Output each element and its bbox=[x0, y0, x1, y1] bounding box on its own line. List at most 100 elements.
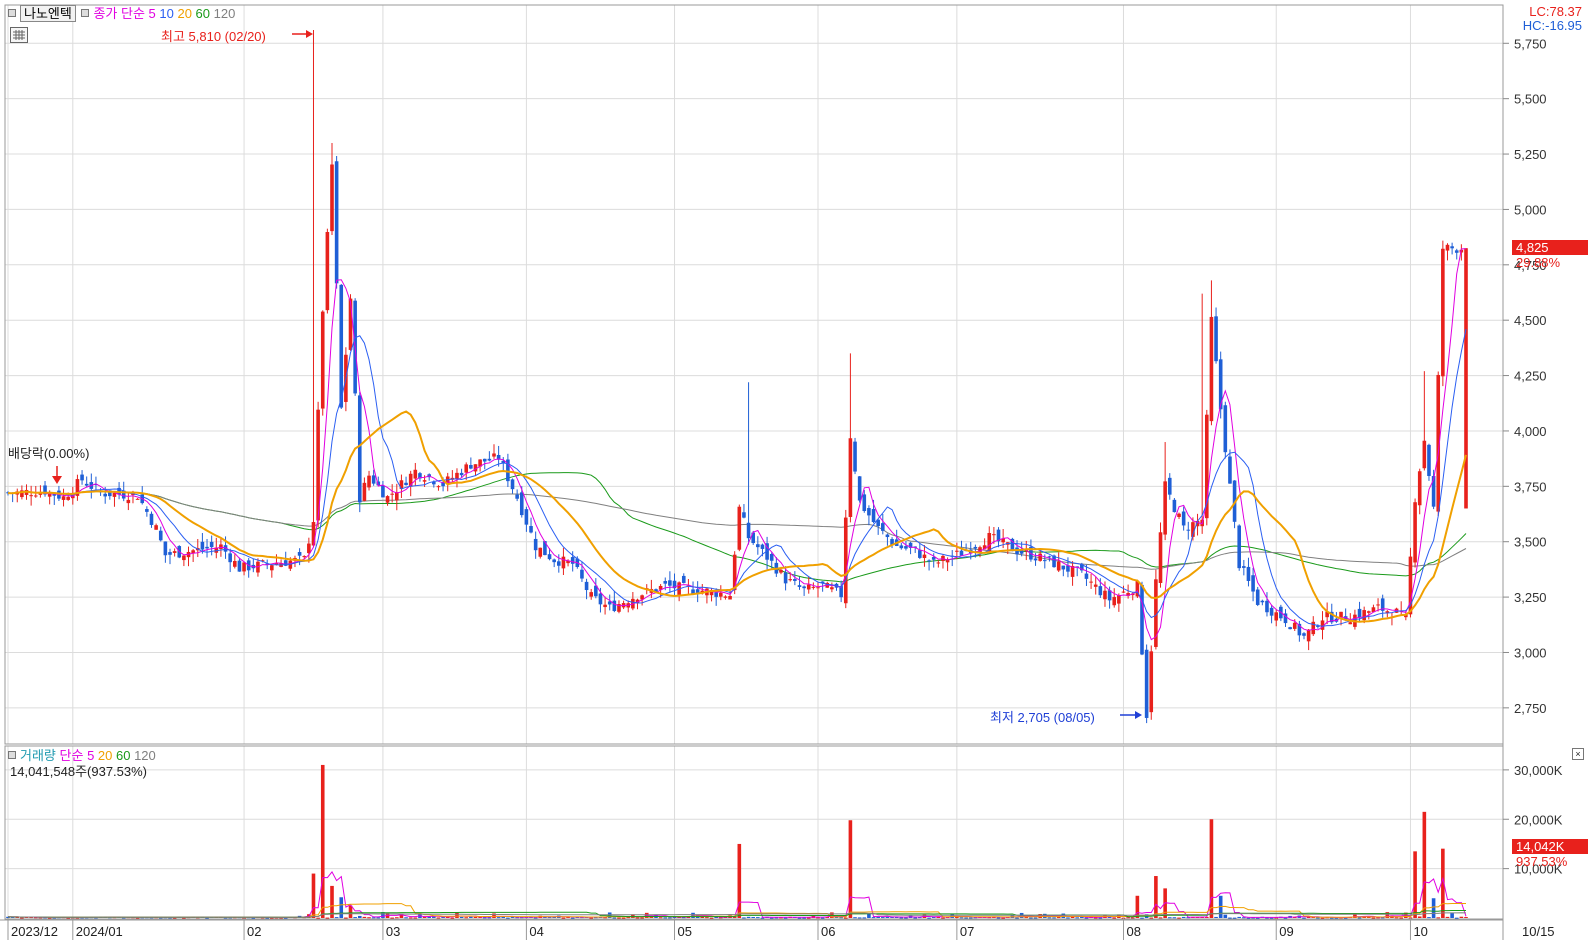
x-tick-label: 09 bbox=[1279, 924, 1293, 939]
candle-body bbox=[1362, 610, 1366, 621]
volume-bar bbox=[450, 917, 455, 919]
candle-body bbox=[1181, 511, 1186, 526]
volume-bar bbox=[506, 917, 510, 919]
volume-bar bbox=[968, 917, 973, 919]
candle-body bbox=[1061, 565, 1066, 570]
stock-name-button[interactable]: 나노엔텍 bbox=[20, 5, 76, 22]
candle-body bbox=[29, 495, 33, 497]
volume-bar bbox=[20, 917, 24, 919]
candle-body bbox=[1274, 612, 1279, 621]
ma-period-5[interactable]: 5 bbox=[149, 6, 156, 21]
volume-bar bbox=[1052, 917, 1056, 919]
volume-bar bbox=[797, 917, 802, 919]
volume-bar bbox=[1450, 913, 1454, 918]
volume-bar bbox=[371, 917, 376, 919]
candle-body bbox=[455, 472, 459, 479]
volume-bar bbox=[1228, 917, 1232, 919]
price-tick-label: 5,000 bbox=[1514, 202, 1547, 217]
candle-body bbox=[422, 480, 427, 482]
candle-body bbox=[103, 493, 107, 497]
volume-bar bbox=[1445, 916, 1450, 918]
candle-body bbox=[209, 541, 214, 548]
candle-body bbox=[1288, 627, 1292, 630]
candle-body bbox=[1186, 529, 1191, 531]
legend-square-icon[interactable] bbox=[8, 751, 16, 759]
candle-body bbox=[779, 569, 783, 573]
candle-body bbox=[482, 458, 487, 462]
x-tick-label: 04 bbox=[529, 924, 543, 939]
volume-bar bbox=[395, 917, 399, 919]
current-change-label: 29.88% bbox=[1516, 255, 1561, 270]
volume-bar bbox=[857, 917, 862, 919]
candle-body bbox=[811, 586, 816, 588]
candle-body bbox=[158, 530, 163, 541]
volume-bar bbox=[496, 917, 501, 919]
candle-body bbox=[987, 533, 992, 552]
volume-bar bbox=[996, 917, 1001, 919]
candle-body bbox=[297, 552, 302, 556]
volume-bar bbox=[862, 917, 867, 919]
volume-ma-period-60[interactable]: 60 bbox=[112, 748, 130, 763]
volume-bar bbox=[367, 917, 371, 919]
candle-body bbox=[681, 575, 686, 583]
volume-bar bbox=[1167, 917, 1172, 919]
ma-period-20[interactable]: 20 bbox=[174, 6, 191, 21]
candle-body bbox=[756, 544, 760, 548]
candle-body bbox=[918, 550, 922, 558]
price-tick-label: 2,750 bbox=[1514, 701, 1547, 716]
ma-period-10[interactable]: 10 bbox=[156, 6, 173, 21]
volume-bar bbox=[899, 917, 904, 919]
legend-square-icon[interactable] bbox=[8, 9, 16, 17]
candle-body bbox=[806, 584, 811, 590]
candle-body bbox=[191, 550, 195, 554]
volume-bar bbox=[668, 917, 672, 919]
candle-body bbox=[1464, 248, 1468, 509]
table-grid-icon[interactable] bbox=[10, 27, 28, 43]
price-tick-label: 5,750 bbox=[1514, 36, 1547, 51]
volume-bar bbox=[348, 905, 353, 918]
current-volume-tag: 14,042K bbox=[1512, 839, 1588, 854]
candle-body bbox=[510, 479, 515, 490]
candle-body bbox=[1033, 558, 1038, 561]
candle-body bbox=[1246, 566, 1251, 581]
volume-bar bbox=[617, 917, 621, 919]
candle-body bbox=[1112, 597, 1117, 606]
candle-body bbox=[663, 581, 668, 584]
candle-body bbox=[885, 534, 890, 538]
close-icon[interactable]: × bbox=[1572, 748, 1584, 760]
candle-body bbox=[557, 561, 561, 566]
volume-bar bbox=[1149, 917, 1154, 919]
volume-ma-period-20[interactable]: 20 bbox=[94, 748, 112, 763]
candle-body bbox=[390, 493, 394, 495]
candle-body bbox=[1357, 608, 1362, 618]
volume-bar bbox=[769, 917, 774, 919]
candle-body bbox=[1260, 600, 1265, 603]
volume-bar bbox=[459, 916, 464, 918]
ma-period-120[interactable]: 120 bbox=[210, 6, 236, 21]
candle-body bbox=[1306, 629, 1311, 642]
candle-body bbox=[788, 579, 793, 581]
volume-bar bbox=[1140, 917, 1144, 919]
volume-bar bbox=[700, 916, 705, 918]
current-volume-readout: 14,041,548주(937.53%) bbox=[10, 764, 148, 779]
x-tick-label: 2024/01 bbox=[76, 924, 123, 939]
ma-period-60[interactable]: 60 bbox=[192, 6, 210, 21]
candle-body bbox=[1339, 611, 1343, 618]
candle-body bbox=[598, 593, 603, 605]
volume-bar bbox=[1177, 917, 1181, 919]
legend-square-icon[interactable] bbox=[81, 9, 90, 17]
candle-body bbox=[126, 499, 131, 504]
candle-body bbox=[1251, 575, 1255, 592]
volume-bar bbox=[1075, 917, 1079, 919]
volume-bar bbox=[885, 916, 890, 918]
price-tick-label: 3,250 bbox=[1514, 590, 1547, 605]
volume-ma-period-120[interactable]: 120 bbox=[130, 748, 156, 763]
candle-body bbox=[1376, 604, 1380, 606]
volume-bar bbox=[1066, 917, 1070, 919]
volume-bar bbox=[1464, 917, 1468, 919]
volume-bar bbox=[339, 897, 344, 918]
volume-bar bbox=[746, 916, 751, 918]
candle-body bbox=[769, 553, 774, 561]
candle-body bbox=[737, 506, 742, 550]
volume-bar bbox=[1417, 916, 1422, 918]
